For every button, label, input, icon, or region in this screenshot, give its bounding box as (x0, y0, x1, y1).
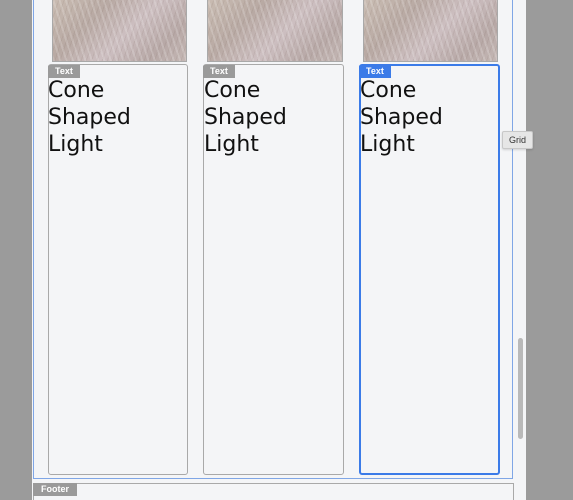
card-image[interactable] (52, 0, 187, 62)
card-heading[interactable]: Cone Shaped Light (204, 77, 344, 158)
scrollbar-thumb[interactable] (518, 338, 523, 439)
card-heading[interactable]: Cone Shaped Light (360, 77, 500, 158)
footer-tag[interactable]: Footer (33, 483, 77, 496)
card-heading[interactable]: Cone Shaped Light (48, 77, 188, 158)
grid-tag[interactable]: Grid (502, 131, 534, 149)
card-image[interactable] (207, 0, 343, 62)
card-image[interactable] (363, 0, 498, 62)
footer-block[interactable] (33, 483, 514, 500)
